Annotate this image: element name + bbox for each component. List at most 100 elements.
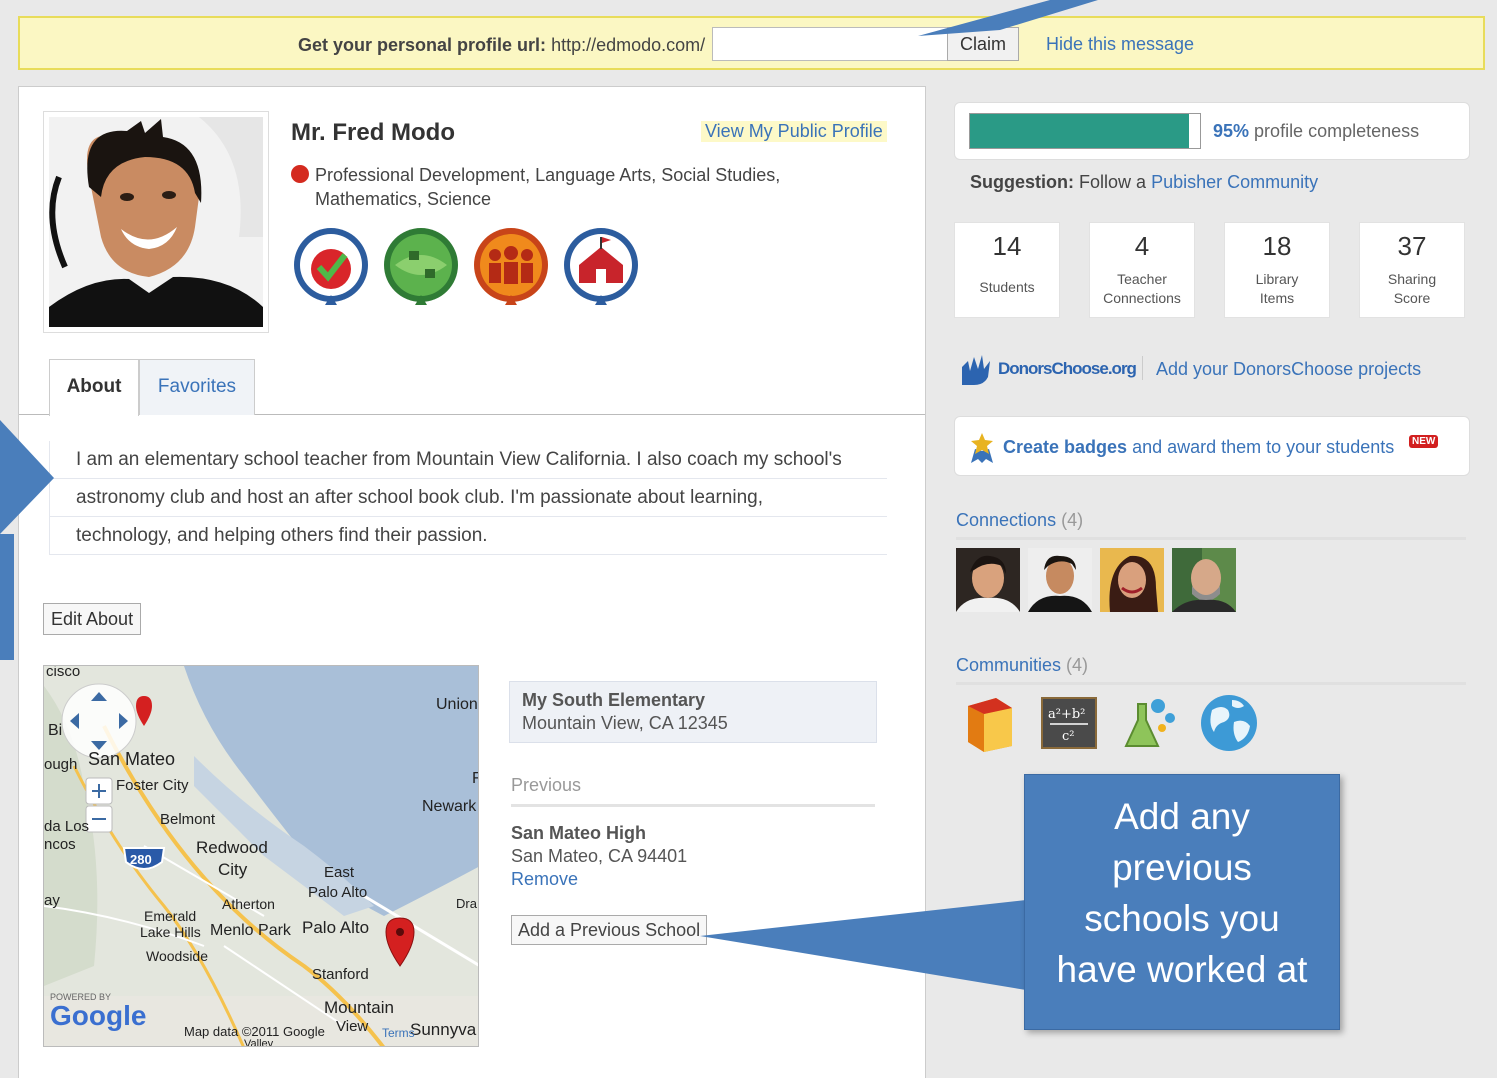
map-label: Belmont [160, 811, 216, 828]
subjects-line-1: Professional Development, Language Arts,… [315, 165, 781, 185]
completeness-progress-bar [969, 113, 1201, 149]
profile-avatar[interactable] [43, 111, 269, 333]
stat-label-line: Library [1255, 271, 1299, 287]
current-school-location: Mountain View, CA 12345 [522, 713, 728, 733]
donorschoose-logo-text: DonorsChoose.org [998, 359, 1137, 378]
communities-title: Communities [956, 655, 1062, 675]
profile-url-prefix: http://edmodo.com/ [551, 35, 706, 55]
current-school-name: My South Elementary [522, 690, 706, 710]
stat-sharing-score[interactable]: 37 Sharing Score [1359, 222, 1465, 318]
connection-avatar[interactable] [1172, 548, 1236, 612]
profile-url-banner: Get your personal profile url: http://ed… [18, 16, 1485, 70]
donorschoose-logo[interactable]: DonorsChoose.org [958, 350, 1137, 388]
school-map[interactable]: cisco Union Bi ough San Mateo Foster Cit… [43, 665, 479, 1047]
completeness-percent: 95% [1213, 121, 1250, 141]
map-label: Emerald [144, 908, 197, 924]
map-label: ough [44, 756, 78, 773]
apple-icon [291, 165, 309, 183]
stat-value: 18 [1262, 231, 1292, 261]
new-tag: NEW [1409, 435, 1439, 448]
apple-check-badge-icon[interactable] [291, 225, 371, 309]
callout-line: previous [1112, 847, 1252, 888]
map-attribution: Map data ©2011 Google [184, 1024, 325, 1039]
profile-url-input[interactable] [712, 27, 948, 61]
map-label: Dra [456, 896, 477, 911]
tab-favorites[interactable]: Favorites [139, 359, 255, 415]
map-label: Lake Hills [140, 924, 201, 940]
stat-value: 4 [1134, 231, 1150, 261]
create-badges-rest: and award them to your students [1132, 437, 1395, 457]
stat-label: Students [979, 279, 1035, 295]
map-terms-link[interactable]: Terms [382, 1026, 415, 1040]
create-badges-text[interactable]: Create badges and award them to your stu… [1003, 437, 1394, 458]
svg-text:c²: c² [1062, 729, 1075, 744]
subjects-line-2: Mathematics, Science [315, 189, 492, 209]
stat-value: 37 [1397, 231, 1427, 261]
map-label: Stanford [312, 966, 369, 983]
science-flask-icon[interactable] [1118, 692, 1180, 754]
remove-school-link[interactable]: Remove [511, 869, 687, 890]
math-formula-icon[interactable]: a²+b² c² [1038, 692, 1100, 754]
completeness-label: profile completeness [1254, 121, 1420, 141]
communities-count: (4) [1066, 655, 1089, 675]
communities-heading[interactable]: Communities (4) [956, 655, 1466, 685]
previous-school-name: San Mateo High [511, 823, 647, 843]
create-badges-box[interactable]: Create badges and award them to your stu… [954, 416, 1470, 476]
map-label: Atherton [222, 896, 275, 912]
completeness-text: 95% profile completeness [1213, 121, 1419, 142]
map-label: Newark [422, 798, 477, 815]
edit-about-button[interactable]: Edit About [43, 603, 142, 635]
claim-button[interactable]: Claim [947, 27, 1019, 61]
map-label: San Mateo [88, 749, 176, 769]
profile-name: Mr. Fred Modo [291, 119, 455, 146]
map-label: da Los [44, 818, 90, 835]
publisher-community-link[interactable]: Pubisher Community [1151, 172, 1318, 192]
map-label: East [324, 864, 355, 881]
profile-tabs: About Favorites [19, 357, 925, 416]
profile-url-label: Get your personal profile url: http://ed… [298, 35, 705, 56]
connections-heading[interactable]: Connections (4) [956, 510, 1466, 540]
connection-avatar[interactable] [956, 548, 1020, 612]
profile-main-panel: Mr. Fred Modo View My Public Profile Pro… [18, 86, 926, 1078]
suggestion-text: Follow a [1079, 172, 1147, 192]
people-group-badge-icon[interactable] [471, 225, 551, 309]
map-label: Union [436, 696, 478, 713]
map-label: Palo Alto [308, 884, 368, 901]
stat-teacher-connections[interactable]: 4 Teacher Connections [1089, 222, 1195, 318]
school-house-badge-icon[interactable] [561, 225, 641, 309]
hide-message-link[interactable]: Hide this message [1046, 34, 1194, 55]
tab-about[interactable]: About [49, 359, 139, 416]
tutorial-callout: Add any previous schools you have worked… [1024, 774, 1340, 1030]
map-label: ncos [44, 836, 76, 853]
connections-count: (4) [1061, 510, 1084, 530]
add-donorschoose-link[interactable]: Add your DonorsChoose projects [1156, 359, 1421, 380]
books-icon[interactable] [958, 692, 1020, 754]
profile-photo [49, 117, 263, 327]
donorschoose-row: DonorsChoose.org Add your DonorsChoose p… [958, 350, 1468, 390]
stat-value: 14 [992, 231, 1022, 261]
map-label: Menlo Park [210, 922, 291, 939]
svg-text:a²+b²: a²+b² [1048, 707, 1085, 722]
highway-shield: 280 [130, 852, 152, 867]
map-label: cisco [46, 665, 81, 680]
add-previous-school-button[interactable]: Add a Previous School [511, 915, 708, 945]
globe-icon[interactable] [1198, 692, 1260, 754]
stat-label: Teacher Connections [1090, 270, 1194, 308]
about-line: technology, and helping others find thei… [49, 517, 887, 555]
stat-label-line: Teacher [1117, 271, 1167, 287]
view-public-profile-link[interactable]: View My Public Profile [701, 121, 887, 142]
stat-students[interactable]: 14 Students [954, 222, 1060, 318]
google-logo: Google [50, 1000, 147, 1031]
connection-avatar[interactable] [1028, 548, 1092, 612]
current-school: My South Elementary Mountain View, CA 12… [509, 681, 877, 743]
callout-line: schools you [1084, 898, 1280, 939]
connection-avatar[interactable] [1100, 548, 1164, 612]
suggestion: Suggestion: Follow a Pubisher Community [970, 172, 1318, 193]
badge-row [291, 225, 641, 309]
community-map-badge-icon[interactable] [381, 225, 461, 309]
stat-label: Library Items [1225, 270, 1329, 308]
map-label: Sunnyva [410, 1020, 477, 1039]
stat-library-items[interactable]: 18 Library Items [1224, 222, 1330, 318]
map-label: Woodside [146, 948, 209, 964]
profile-url-label-bold: Get your personal profile url: [298, 35, 547, 55]
